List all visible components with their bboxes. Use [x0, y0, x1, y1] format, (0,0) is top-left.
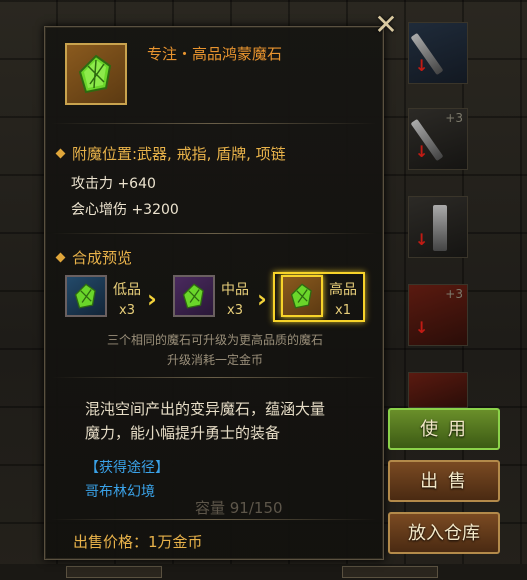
sell-button[interactable]: 出 售 [388, 460, 500, 502]
synthesis-heading: 合成预览 [55, 247, 133, 268]
inventory-slot[interactable]: +3 ↓ [408, 108, 468, 170]
diamond-bullet-icon [55, 148, 66, 159]
stat-attack: 攻击力 +640 [71, 176, 156, 192]
use-button[interactable]: 使 用 [388, 408, 500, 450]
item-icon [65, 43, 127, 105]
item-name: 专注・高品鸿蒙魔石 [147, 45, 283, 63]
boots-icon [433, 205, 447, 251]
divider [51, 377, 377, 378]
divider [51, 123, 377, 124]
source-location-link[interactable]: 哥布林幻境 [85, 481, 155, 501]
store-button[interactable]: 放入仓库 [388, 512, 500, 554]
divider [51, 519, 377, 520]
inventory-slot[interactable] [408, 372, 468, 408]
item-description-line1: 混沌空间产出的变异魔石，蕴涵大量 [85, 400, 326, 418]
synthesis-heading-text: 合成预览 [72, 249, 133, 267]
upgrade-level-badge: +3 [445, 287, 463, 301]
gem-slot-mid [173, 275, 215, 317]
item-tooltip-panel: 专注・高品鸿蒙魔石 附魔位置:武器, 戒指, 盾牌, 项链 攻击力 +640 会… [44, 26, 384, 560]
gem-icon [74, 283, 96, 309]
down-arrow-icon: ↓ [415, 318, 429, 337]
tier-mid-qty: x3 [227, 303, 243, 318]
gem-slot-high [281, 275, 323, 317]
inventory-slot[interactable]: ↓ [408, 22, 468, 84]
chevron-right-icon: › [147, 285, 157, 313]
inventory-slot[interactable]: ↓ [408, 196, 468, 258]
item-description: 混沌空间产出的变异魔石，蕴涵大量 魔力，能小幅提升勇士的装备 [85, 397, 375, 445]
tier-mid-label: 中品 [221, 282, 249, 298]
sell-price: 出售价格：1万金币 [73, 533, 203, 551]
diamond-bullet-icon [55, 252, 66, 263]
synthesis-note-line1: 三个相同的魔石可升级为更高品质的魔石 [106, 333, 323, 347]
tier-low-label: 低品 [113, 282, 141, 298]
item-description-line2: 魔力，能小幅提升勇士的装备 [85, 424, 281, 442]
tier-high-label: 高品 [329, 282, 357, 298]
tier-low-qty: x3 [119, 303, 135, 318]
synthesis-note-line2: 升级消耗一定金币 [166, 353, 263, 367]
down-arrow-icon: ↓ [415, 142, 429, 161]
bottom-slot[interactable] [342, 566, 438, 578]
gem-icon [182, 283, 204, 309]
upgrade-level-badge: +3 [445, 111, 463, 125]
inventory-slot[interactable]: +3 ↓ [408, 284, 468, 346]
divider [51, 233, 377, 234]
bottom-slot[interactable] [66, 566, 162, 578]
stat-crit-damage: 会心增伤 +3200 [71, 202, 179, 218]
gem-icon [290, 283, 312, 309]
chevron-right-icon: › [257, 285, 267, 313]
enchant-heading-text: 附魔位置:武器, 戒指, 盾牌, 项链 [72, 145, 286, 163]
gem-slot-low [65, 275, 107, 317]
enchant-heading: 附魔位置:武器, 戒指, 盾牌, 项链 [55, 143, 286, 164]
close-icon[interactable]: ✕ [371, 10, 401, 40]
tier-high-qty: x1 [335, 303, 351, 318]
capacity-text: 容量 91/150 [195, 499, 283, 517]
down-arrow-icon: ↓ [415, 56, 429, 75]
down-arrow-icon: ↓ [415, 230, 429, 249]
gem-icon [78, 54, 112, 94]
source-heading: 【获得途径】 [85, 460, 169, 476]
